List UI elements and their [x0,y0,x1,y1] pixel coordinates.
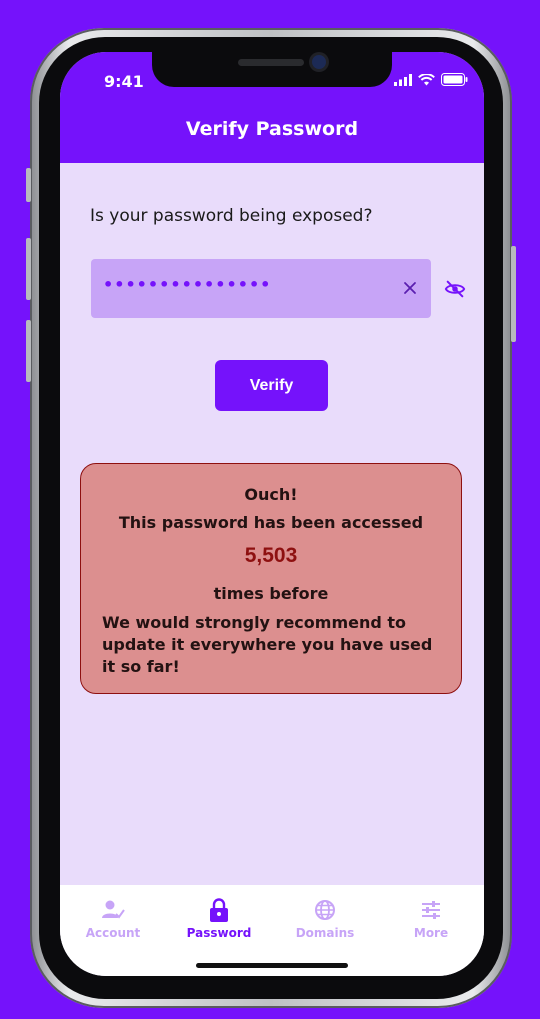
status-time: 9:41 [104,72,144,91]
volume-up-button [26,238,31,300]
tab-label: Account [85,926,141,940]
breach-count: 5,503 [244,544,298,567]
tab-domains[interactable]: Domains [272,897,378,940]
tab-password[interactable]: Password [166,897,272,940]
battery-icon [441,73,468,86]
globe-icon [315,900,335,920]
tab-more[interactable]: More [378,897,484,940]
wifi-icon [418,73,435,85]
power-button [511,246,516,342]
tab-label: More [413,926,449,940]
alert-suffix: times before [213,584,329,603]
tab-account[interactable]: Account [60,897,166,940]
tab-bar: Account Password Domains More [60,885,484,976]
tab-label: Password [186,926,252,940]
volume-down-button [26,320,31,382]
account-check-icon [102,900,125,919]
app-screen: 9:41 Verify Password Is your password be… [60,52,484,976]
notch [152,52,392,87]
front-camera [312,55,326,69]
password-input[interactable]: ••••••••••••••• [91,259,431,318]
home-indicator[interactable] [196,963,348,968]
alert-recommendation: We would strongly recommend to update it… [102,613,433,676]
eye-off-icon[interactable] [444,278,466,300]
sliders-icon [422,901,440,919]
clear-icon[interactable] [401,279,419,297]
page-title: Verify Password [185,118,359,140]
alert-heading: Ouch! [244,485,298,504]
lock-icon [210,898,228,922]
question-label: Is your password being exposed? [90,206,373,226]
verify-button[interactable]: Verify [215,360,328,411]
mute-switch [26,168,31,202]
password-value: ••••••••••••••• [103,275,272,294]
speaker-grille [238,59,304,66]
app-header: 9:41 Verify Password [60,52,484,163]
breach-alert: Ouch! This password has been accessed 5,… [80,463,462,694]
status-icons [394,73,468,86]
alert-message: This password has been accessed [118,513,424,532]
signal-icon [394,73,412,86]
tab-label: Domains [295,926,355,940]
